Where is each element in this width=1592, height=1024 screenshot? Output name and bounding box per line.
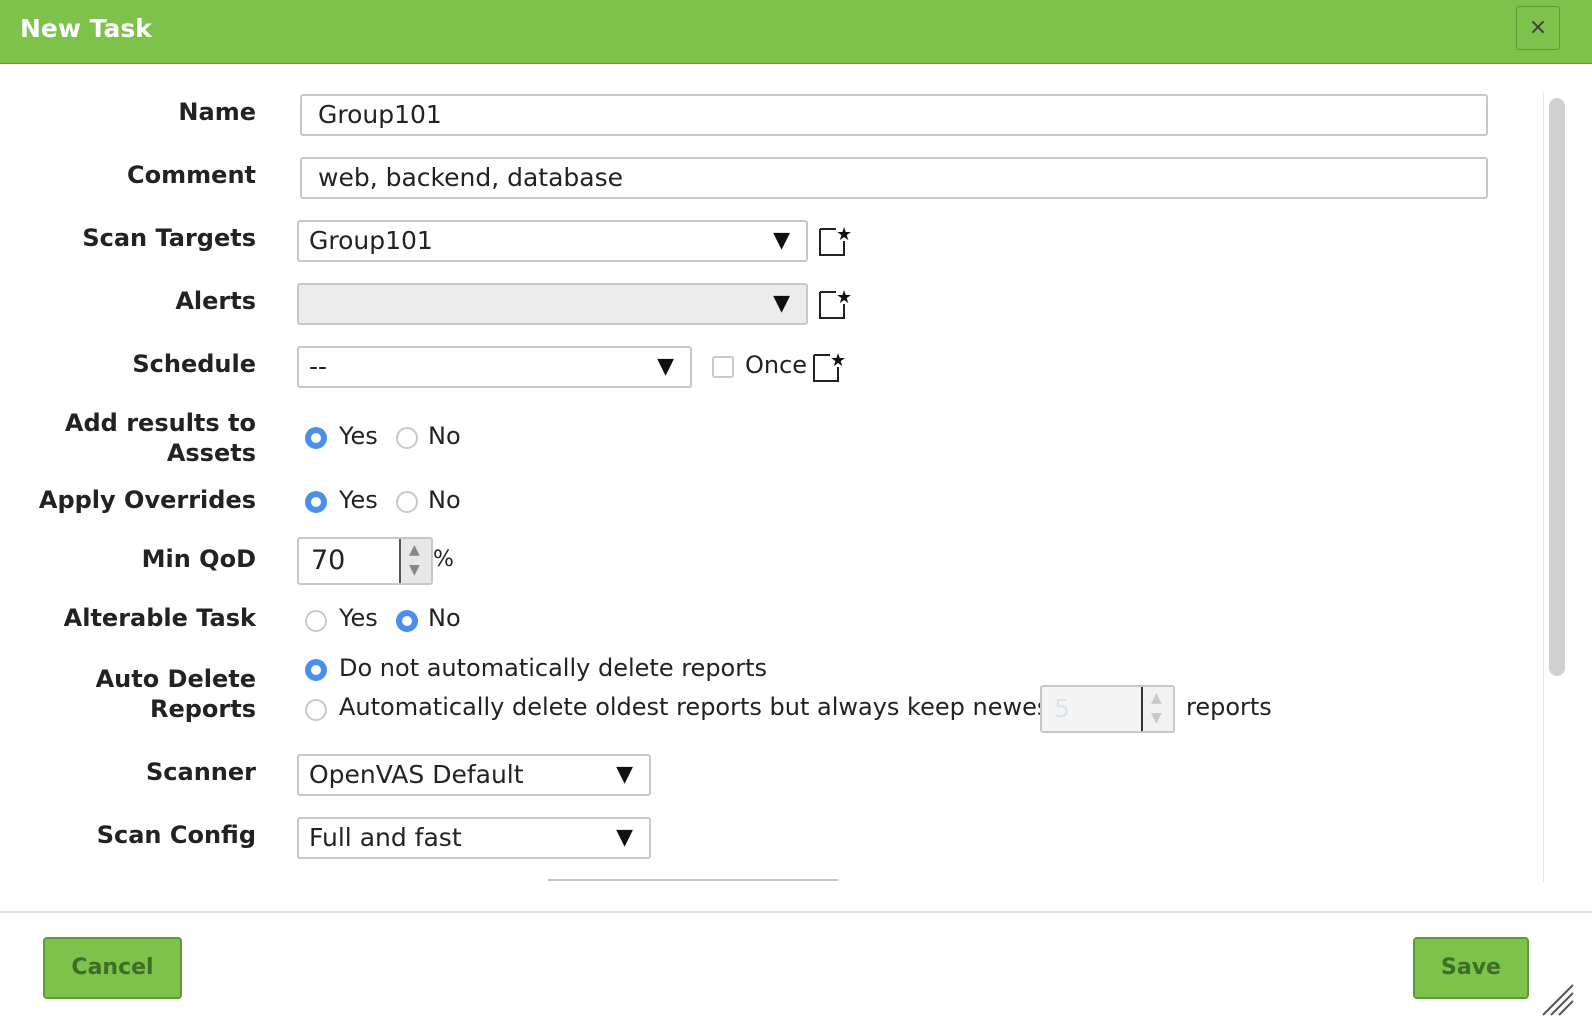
footer-divider [0, 911, 1592, 913]
spin-down-icon[interactable]: ▼ [409, 562, 420, 578]
keep-reports-suffix: reports [1186, 693, 1272, 721]
scan-config-label: Scan Config [96, 821, 256, 849]
dropdown-arrow-icon: ▼ [616, 825, 633, 850]
partially-visible-field [548, 879, 838, 881]
auto-delete-label: Auto Delete Reports [6, 664, 256, 724]
alerts-label: Alerts [175, 287, 256, 315]
add-results-no-label: No [428, 422, 461, 450]
auto-delete-keep-label: Automatically delete oldest reports but … [339, 693, 1059, 721]
dropdown-arrow-icon: ▼ [616, 762, 633, 787]
add-results-label: Add results to Assets [6, 408, 256, 468]
alterable-no-radio[interactable] [396, 610, 418, 632]
schedule-value: -- [309, 352, 328, 381]
keep-reports-value: 5 [1054, 694, 1070, 723]
apply-overrides-no-radio[interactable] [396, 491, 418, 513]
add-results-no-radio[interactable] [396, 427, 418, 449]
dropdown-arrow-icon: ▼ [657, 354, 674, 379]
dropdown-arrow-icon: ▼ [773, 228, 790, 253]
svg-text:★: ★ [836, 224, 852, 245]
scan-targets-value: Group101 [309, 226, 433, 255]
apply-overrides-yes-label: Yes [339, 486, 378, 514]
alterable-label: Alterable Task [63, 604, 256, 632]
scrollbar-track[interactable] [1543, 92, 1544, 882]
auto-delete-label-line2: Reports [149, 695, 256, 723]
keep-reports-stepper[interactable]: ▲ ▼ [1141, 687, 1173, 731]
alterable-yes-label: Yes [339, 604, 378, 632]
min-qod-stepper[interactable]: ▲ ▼ [399, 539, 431, 583]
apply-overrides-label: Apply Overrides [38, 486, 256, 514]
keep-reports-spinner[interactable]: 5 ▲ ▼ [1040, 685, 1175, 733]
scanner-select[interactable]: OpenVAS Default ▼ [297, 754, 651, 796]
scan-targets-label: Scan Targets [82, 224, 256, 252]
dropdown-arrow-icon: ▼ [773, 291, 790, 316]
save-button[interactable]: Save [1413, 937, 1529, 999]
dialog-titlebar: New Task × [0, 0, 1592, 64]
spin-up-icon[interactable]: ▲ [1151, 690, 1162, 706]
name-label: Name [178, 98, 256, 126]
scan-config-value: Full and fast [309, 823, 462, 852]
resize-grip-icon[interactable] [1535, 977, 1575, 1017]
apply-overrides-yes-radio[interactable] [305, 491, 327, 513]
add-results-label-line2: Assets [166, 439, 256, 467]
alerts-select[interactable]: ▼ [297, 283, 808, 325]
spin-down-icon[interactable]: ▼ [1151, 710, 1162, 726]
close-button[interactable]: × [1516, 6, 1560, 50]
schedule-select[interactable]: -- ▼ [297, 346, 692, 388]
min-qod-value: 70 [311, 545, 346, 576]
add-results-yes-radio[interactable] [305, 427, 327, 449]
alterable-no-label: No [428, 604, 461, 632]
new-target-icon[interactable]: ★ [818, 223, 852, 257]
min-qod-label: Min QoD [141, 545, 256, 573]
name-input[interactable]: Group101 [300, 94, 1488, 136]
dialog-content[interactable]: Name Group101 Comment web, backend, data… [0, 64, 1592, 882]
once-checkbox[interactable] [712, 356, 734, 378]
min-qod-unit: % [433, 547, 454, 572]
comment-label: Comment [127, 161, 256, 189]
min-qod-spinner[interactable]: 70 ▲ ▼ [297, 537, 433, 585]
scanner-label: Scanner [146, 758, 256, 786]
scrollbar-thumb[interactable] [1549, 98, 1565, 676]
svg-text:★: ★ [830, 350, 846, 371]
svg-text:★: ★ [836, 287, 852, 308]
apply-overrides-no-label: No [428, 486, 461, 514]
add-results-label-line1: Add results to [64, 409, 256, 437]
auto-delete-none-label: Do not automatically delete reports [339, 654, 768, 682]
dialog-title: New Task [20, 14, 152, 43]
scanner-value: OpenVAS Default [309, 760, 524, 789]
auto-delete-none-radio[interactable] [305, 659, 327, 681]
new-alert-icon[interactable]: ★ [818, 286, 852, 320]
comment-input[interactable]: web, backend, database [300, 157, 1488, 199]
spin-up-icon[interactable]: ▲ [409, 542, 420, 558]
scan-config-select[interactable]: Full and fast ▼ [297, 817, 651, 859]
auto-delete-label-line1: Auto Delete [95, 665, 256, 693]
schedule-label: Schedule [132, 350, 256, 378]
scan-targets-select[interactable]: Group101 ▼ [297, 220, 808, 262]
cancel-button[interactable]: Cancel [43, 937, 182, 999]
alterable-yes-radio[interactable] [305, 610, 327, 632]
auto-delete-keep-radio[interactable] [305, 699, 327, 721]
close-icon: × [1528, 15, 1548, 40]
new-schedule-icon[interactable]: ★ [812, 349, 846, 383]
once-label: Once [745, 351, 808, 379]
add-results-yes-label: Yes [339, 422, 378, 450]
